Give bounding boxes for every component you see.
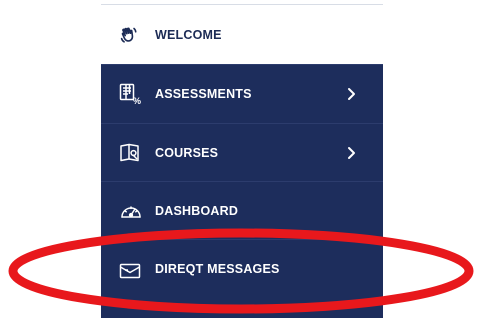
speedometer-icon — [119, 199, 145, 223]
sidebar-menu: WELCOME % ASSESSMENTS COURSES DASHBOARD … — [101, 0, 383, 318]
menu-item-label: ASSESSMENTS — [155, 87, 252, 101]
open-book-icon — [119, 141, 145, 165]
assessment-percent-icon: % — [119, 82, 145, 106]
menu-item-label: DIREQT MESSAGES — [155, 262, 280, 276]
menu-item-label: DASHBOARD — [155, 203, 239, 218]
svg-text:%: % — [133, 96, 141, 105]
menu-item-direqt-messages[interactable]: DIREQT MESSAGES — [101, 239, 383, 318]
screenshot-stage: WELCOME % ASSESSMENTS COURSES DASHBOARD … — [0, 0, 480, 318]
menu-item-dashboard[interactable]: DASHBOARD — [101, 181, 383, 239]
menu-item-welcome[interactable]: WELCOME — [101, 5, 383, 64]
menu-item-label: COURSES — [155, 145, 219, 160]
waving-hand-icon — [119, 23, 145, 47]
menu-item-courses[interactable]: COURSES — [101, 123, 383, 181]
chevron-right-icon — [345, 87, 357, 101]
menu-item-label: WELCOME — [155, 27, 222, 42]
menu-item-assessments[interactable]: % ASSESSMENTS — [101, 64, 383, 123]
envelope-icon — [119, 259, 145, 283]
chevron-right-icon — [345, 146, 357, 160]
